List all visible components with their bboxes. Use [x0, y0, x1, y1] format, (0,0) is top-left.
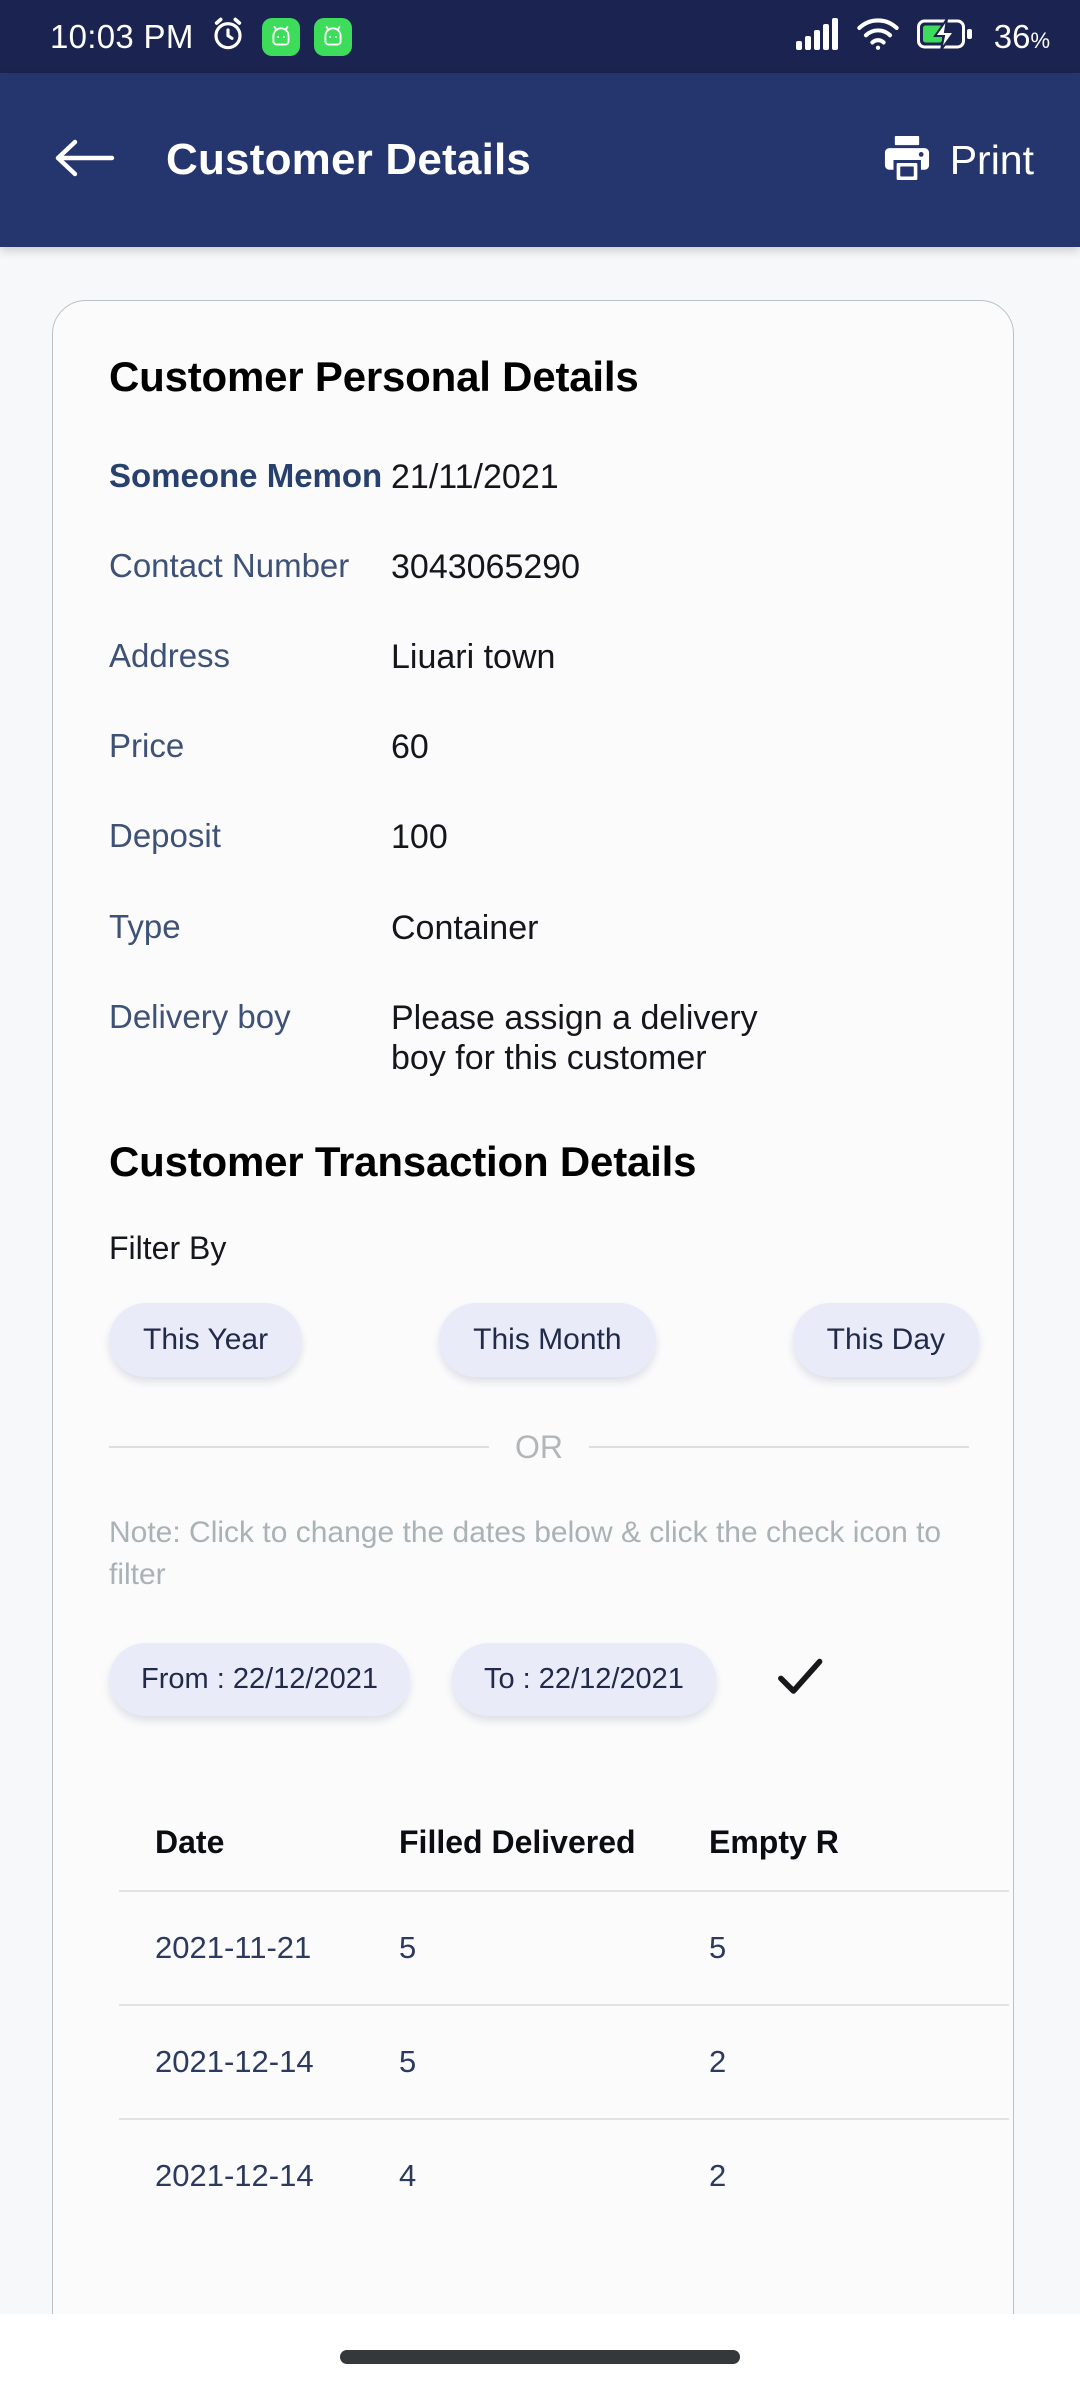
filter-chip-row: This Year This Month This Day	[109, 1302, 989, 1377]
cell-empty-received: 5	[709, 1930, 727, 1966]
filter-chip-this-day[interactable]: This Day	[792, 1302, 979, 1377]
detail-row: Type Container	[109, 908, 1013, 948]
status-time: 10:03 PM	[50, 17, 194, 55]
detail-row: Contact Number 3043065290	[109, 547, 1013, 587]
detail-value: Please assign a delivery boy for this cu…	[391, 998, 758, 1077]
customer-details-card: Customer Personal Details Someone Memon …	[52, 300, 1014, 2370]
status-bar: 10:03 PM 36%	[0, 0, 1080, 73]
print-button[interactable]: Print	[880, 131, 1034, 190]
transaction-details-title: Customer Transaction Details	[109, 1137, 697, 1185]
detail-label: Address	[109, 637, 231, 675]
app-bar: Customer Details Print	[0, 73, 1080, 247]
table-row[interactable]: 2021-12-14 4 2	[99, 2120, 1013, 2232]
date-range-row: From : 22/12/2021 To : 22/12/2021	[109, 1643, 1013, 1717]
arrow-left-icon	[54, 134, 116, 187]
cell-filled-delivered: 5	[399, 2044, 417, 2080]
detail-row: Delivery boy Please assign a delivery bo…	[109, 998, 1013, 1078]
detail-value: 3043065290	[391, 548, 581, 587]
filter-confirm-button[interactable]	[772, 1649, 828, 1710]
check-icon	[772, 1649, 828, 1710]
transaction-details-section: Customer Transaction Details Filter By T…	[109, 1138, 1013, 2232]
cell-date: 2021-12-14	[155, 2044, 314, 2080]
column-header-empty-received: Empty R	[709, 1823, 839, 1860]
column-header-filled-delivered: Filled Delivered	[399, 1823, 636, 1860]
alarm-icon	[208, 14, 248, 59]
detail-row: Deposit 100	[109, 817, 1013, 857]
table-row[interactable]: 2021-12-14 5 2	[99, 2006, 1013, 2118]
cell-filled-delivered: 5	[399, 1930, 417, 1966]
table-header-row: Date Filled Delivered Empty R	[99, 1794, 1013, 1890]
personal-details-title: Customer Personal Details	[109, 353, 639, 400]
cell-empty-received: 2	[709, 2158, 727, 2194]
detail-value: Liuari town	[391, 638, 556, 677]
date-from-chip[interactable]: From : 22/12/2021	[109, 1643, 410, 1717]
filter-note: Note: Click to change the dates below & …	[109, 1515, 942, 1592]
battery-charging-icon	[916, 17, 975, 56]
divider-line-left	[109, 1446, 489, 1449]
app-notification-icon	[261, 17, 300, 56]
cell-date: 2021-11-21	[155, 1930, 312, 1966]
column-header-date: Date	[155, 1823, 225, 1860]
print-label: Print	[949, 136, 1034, 183]
cell-filled-delivered: 4	[399, 2158, 417, 2194]
cellular-signal-icon	[795, 17, 839, 56]
detail-label: Type	[109, 907, 181, 945]
detail-value: 21/11/2021	[391, 458, 559, 496]
wifi-icon	[856, 17, 900, 56]
divider-line-right	[589, 1446, 969, 1449]
personal-details-list: Someone Memon 21/11/2021 Contact Number …	[109, 457, 1013, 1078]
table-row[interactable]: 2021-11-21 5 5	[99, 1892, 1013, 2004]
filter-chip-this-year[interactable]: This Year	[109, 1302, 303, 1377]
detail-value: 60	[391, 728, 429, 767]
app-notification-icon	[313, 17, 352, 56]
cell-date: 2021-12-14	[155, 2158, 314, 2194]
or-label: OR	[515, 1428, 563, 1465]
or-divider: OR	[109, 1429, 969, 1466]
detail-value: 100	[391, 818, 448, 857]
detail-label: Delivery boy	[109, 997, 291, 1035]
date-to-chip[interactable]: To : 22/12/2021	[451, 1643, 716, 1717]
status-bar-left: 10:03 PM	[50, 14, 352, 59]
filter-by-label: Filter By	[109, 1229, 227, 1266]
back-button[interactable]	[52, 127, 118, 193]
detail-value: Container	[391, 908, 539, 947]
system-navigation-bar	[0, 2314, 1080, 2400]
transaction-table[interactable]: Date Filled Delivered Empty R 2021-11-21…	[99, 1794, 1013, 2232]
detail-label: Someone Memon	[109, 457, 383, 494]
detail-row: Someone Memon 21/11/2021	[109, 457, 1013, 497]
home-indicator[interactable]	[340, 2350, 740, 2364]
detail-label: Price	[109, 727, 185, 765]
detail-row: Address Liuari town	[109, 637, 1013, 677]
filter-chip-this-month[interactable]: This Month	[439, 1302, 656, 1377]
detail-row: Price 60	[109, 727, 1013, 767]
cell-empty-received: 2	[709, 2044, 727, 2080]
battery-percent: 36%	[993, 17, 1050, 55]
printer-icon	[880, 131, 934, 190]
page-title: Customer Details	[166, 135, 532, 184]
status-bar-right: 36%	[795, 17, 1050, 56]
detail-label: Deposit	[109, 817, 221, 855]
detail-label: Contact Number	[109, 547, 350, 585]
